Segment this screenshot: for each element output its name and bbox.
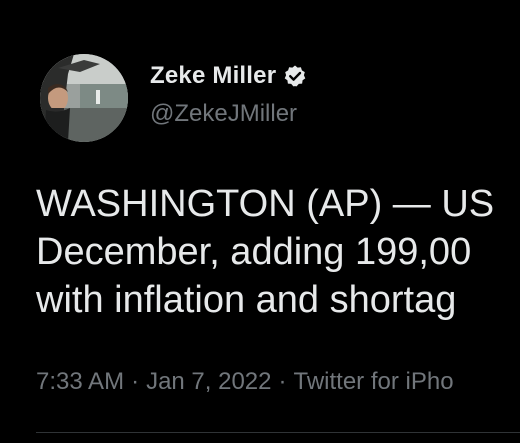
tweet-text-line: with inflation and shortag [36,279,457,321]
author-display-name[interactable]: Zeke Miller [150,62,276,90]
tweet-text-line: WASHINGTON (AP) — US [36,183,495,225]
tweet-date[interactable]: Jan 7, 2022 [146,368,271,395]
divider [36,432,520,433]
author-name-row: Zeke Miller [150,62,307,90]
author-handle[interactable]: @ZekeJMiller [150,100,297,128]
tweet-time[interactable]: 7:33 AM [36,368,124,395]
tweet-card: Zeke Miller @ZekeJMiller WASHINGTON (AP)… [0,0,520,443]
meta-separator: · [131,368,140,395]
verified-badge-icon [283,64,307,88]
tweet-text-line: December, adding 199,00 [36,231,472,273]
tweet-source[interactable]: Twitter for iPho [294,368,454,395]
tweet-meta: 7:33 AM · Jan 7, 2022 · Twitter for iPho [36,368,520,396]
tweet-text: WASHINGTON (AP) — US December, adding 19… [36,180,520,324]
profile-photo [40,54,128,142]
meta-separator: · [278,368,287,395]
avatar[interactable] [40,54,128,142]
